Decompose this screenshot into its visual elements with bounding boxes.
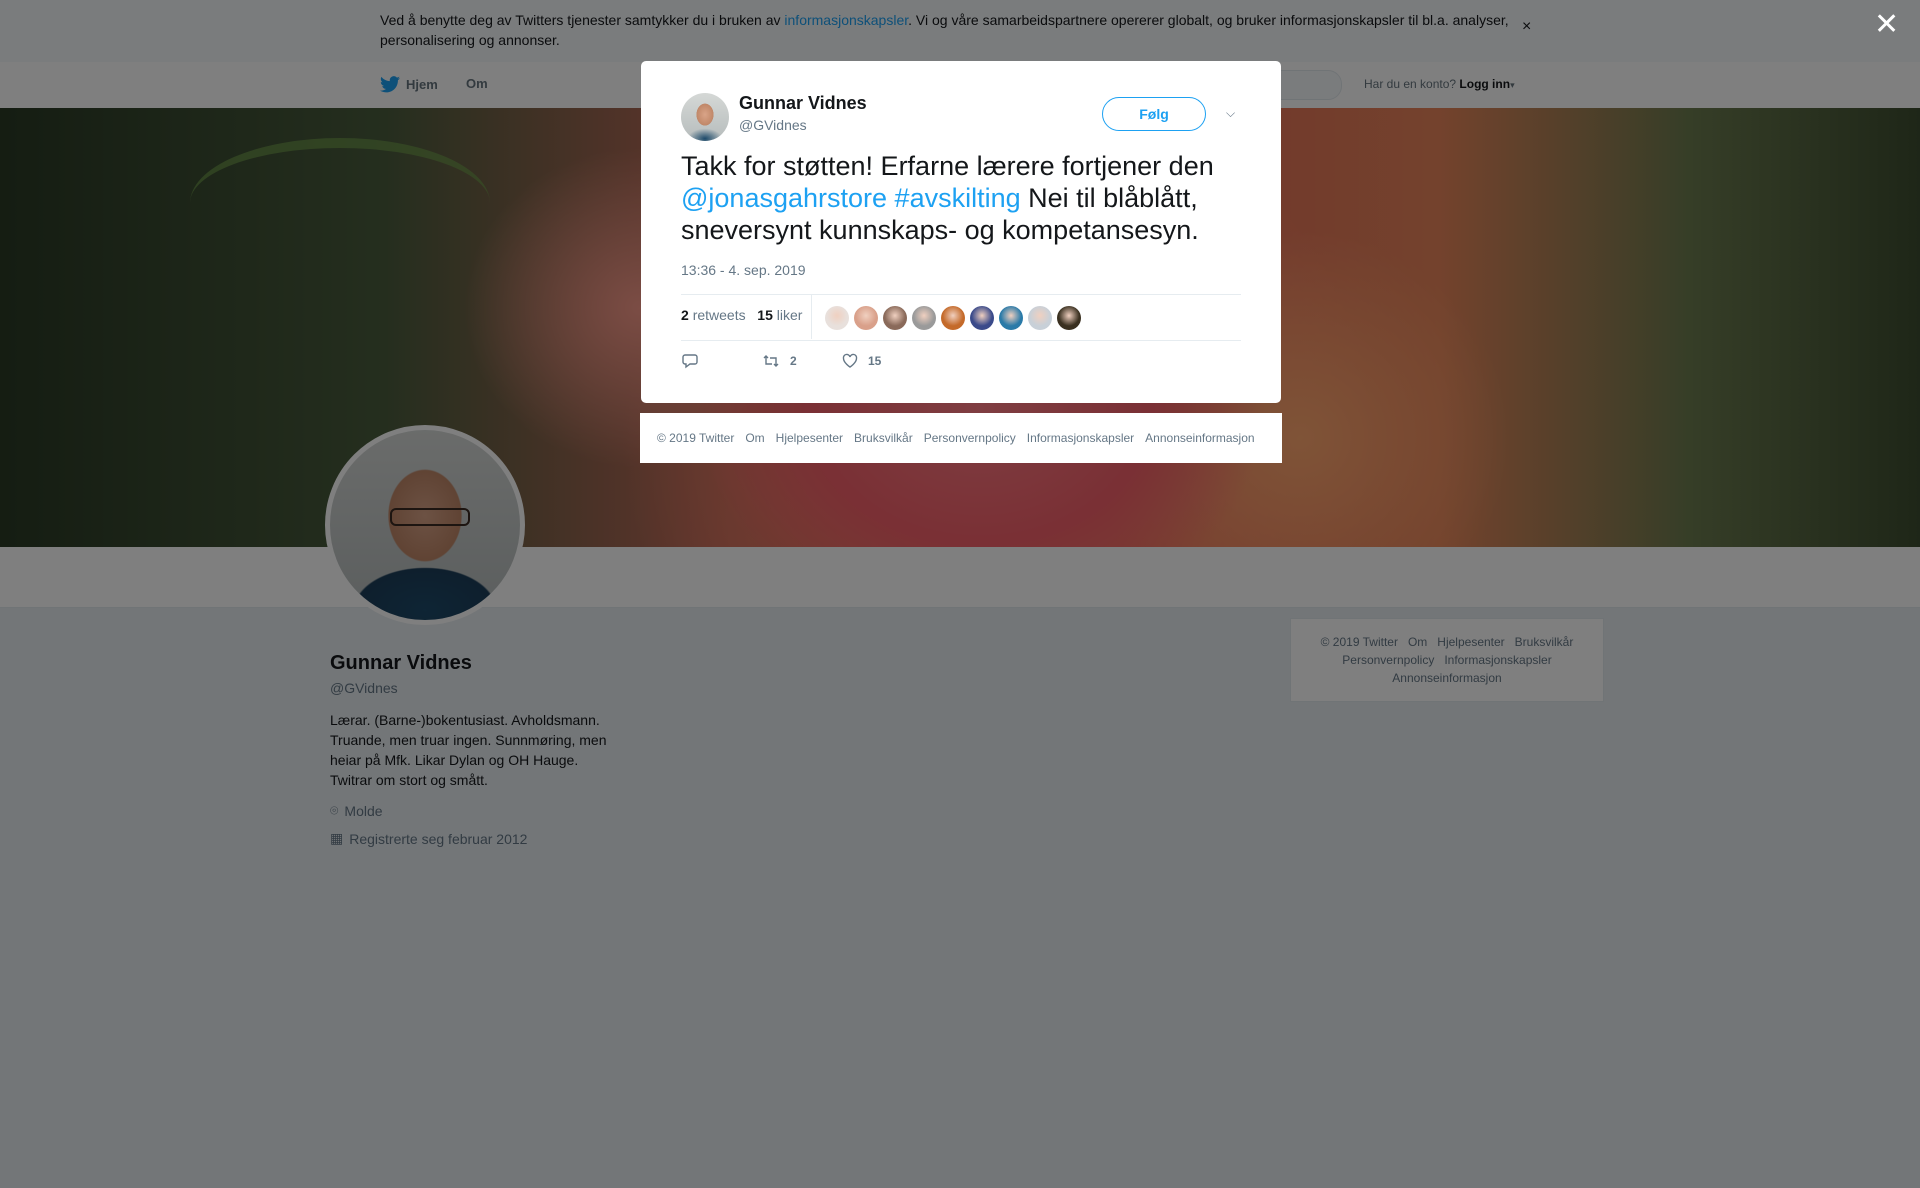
- tweet-text: Takk for støtten! Erfarne lærere fortjen…: [681, 150, 1261, 246]
- liker-avatar[interactable]: [999, 306, 1023, 330]
- liker-avatar[interactable]: [912, 306, 936, 330]
- heart-icon: [842, 353, 858, 368]
- likes-count[interactable]: 15: [757, 307, 773, 323]
- modal-footer-link-ads[interactable]: Annonseinformasjon: [1145, 431, 1254, 445]
- modal-footer-link-terms[interactable]: Bruksvilkår: [854, 431, 913, 445]
- liker-avatar[interactable]: [1057, 306, 1081, 330]
- retweet-icon: [763, 355, 779, 367]
- reply-button[interactable]: [682, 353, 698, 369]
- modal-footer-copyright: © 2019 Twitter: [657, 431, 735, 445]
- modal-footer-link-cookies[interactable]: Informasjonskapsler: [1027, 431, 1134, 445]
- liker-avatar[interactable]: [970, 306, 994, 330]
- tweet-timestamp[interactable]: 13:36 - 4. sep. 2019: [681, 262, 806, 278]
- tweet-author-avatar[interactable]: [681, 93, 729, 141]
- likes-label[interactable]: liker: [777, 307, 803, 323]
- stats-divider: [811, 295, 812, 339]
- tweet-author-handle[interactable]: @GVidnes: [739, 117, 807, 133]
- liker-avatar[interactable]: [1028, 306, 1052, 330]
- follow-button[interactable]: Følg: [1102, 97, 1206, 131]
- chevron-down-icon[interactable]: ⌵: [1226, 106, 1235, 121]
- tweet-hashtag-link[interactable]: #avskilting: [895, 183, 1021, 213]
- modal-footer: © 2019 Twitter Om Hjelpesenter Bruksvilk…: [640, 413, 1282, 463]
- like-button[interactable]: 15: [842, 353, 881, 369]
- close-overlay-button[interactable]: ✕: [1874, 10, 1899, 40]
- like-count: 15: [868, 354, 882, 368]
- tweet-stats: 2 retweets 15 liker: [681, 307, 802, 323]
- tweet-text-start: Takk for støtten! Erfarne lærere fortjen…: [681, 151, 1214, 181]
- liker-avatar[interactable]: [883, 306, 907, 330]
- tweet-author-name[interactable]: Gunnar Vidnes: [739, 93, 867, 114]
- liker-avatars: [825, 306, 1081, 330]
- reply-icon: [682, 354, 698, 369]
- divider: [681, 294, 1241, 295]
- modal-footer-link-privacy[interactable]: Personvernpolicy: [924, 431, 1016, 445]
- divider: [681, 340, 1241, 341]
- modal-footer-link-help[interactable]: Hjelpesenter: [776, 431, 843, 445]
- tweet-mention-link[interactable]: @jonasgahrstore: [681, 183, 887, 213]
- retweets-count[interactable]: 2: [681, 307, 689, 323]
- liker-avatar[interactable]: [854, 306, 878, 330]
- retweet-button[interactable]: 2: [762, 353, 797, 369]
- retweets-label[interactable]: retweets: [693, 307, 746, 323]
- liker-avatar[interactable]: [941, 306, 965, 330]
- retweet-count: 2: [790, 354, 797, 368]
- liker-avatar[interactable]: [825, 306, 849, 330]
- modal-footer-link-about[interactable]: Om: [745, 431, 764, 445]
